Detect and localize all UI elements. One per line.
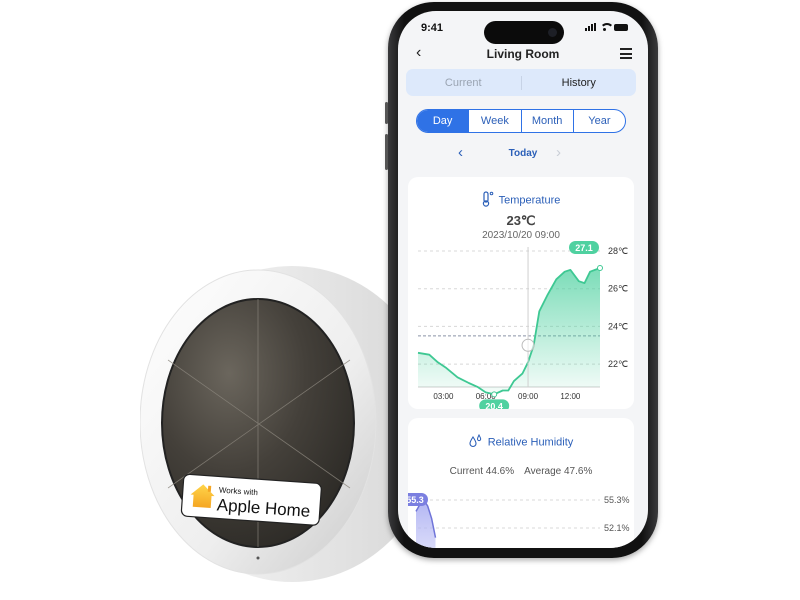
works-with-apple-home-badge: Works with Apple Home (180, 473, 322, 526)
y-tick-label: 26℃ (608, 284, 628, 294)
y-tick-label: 55.3% (604, 495, 630, 505)
date-label: Today (508, 148, 538, 159)
nav-bar: ‹ Living Room (398, 44, 648, 66)
tab-day[interactable]: Day (417, 110, 469, 132)
temperature-card: Temperature 23℃ 2023/10/20 09:00 22℃ 24℃ 2… (408, 177, 634, 409)
x-tick-label: 09:00 (518, 392, 539, 401)
x-tick-label: 12:00 (560, 392, 581, 401)
page-title: Living Room (486, 47, 560, 61)
tab-current[interactable]: Current (406, 77, 521, 89)
y-tick-label: 52.1% (604, 523, 630, 533)
phone-screen: 9:41 ‹ Living Room Current History Day W… (398, 11, 648, 548)
temperature-area (418, 268, 600, 395)
next-day-button[interactable]: › (556, 144, 561, 161)
max-point (597, 264, 603, 271)
phone-volume-button (385, 134, 388, 170)
camera-icon (548, 28, 557, 37)
min-point (491, 391, 498, 398)
tab-year[interactable]: Year (572, 110, 625, 132)
y-tick-label: 22℃ (608, 359, 628, 369)
smartphone: 9:41 ‹ Living Room Current History Day W… (385, 2, 658, 558)
min-label: 20.4 (485, 401, 503, 409)
battery-icon (614, 24, 628, 31)
tab-history[interactable]: History (522, 77, 637, 89)
max-label: 55.3 (408, 495, 424, 505)
tab-week[interactable]: Week (468, 110, 520, 132)
chevron-right-icon: › (556, 144, 561, 161)
tab-month[interactable]: Month (520, 110, 573, 132)
wifi-icon (600, 23, 614, 31)
y-tick-label: 24℃ (608, 321, 628, 331)
view-tabs: Current History (406, 69, 636, 96)
status-icons (585, 23, 628, 31)
sensor-indicator-hole (256, 556, 260, 560)
dynamic-island (484, 21, 564, 44)
hamburger-menu-icon[interactable] (620, 48, 632, 59)
max-label: 27.1 (575, 243, 593, 253)
cursor-point (521, 338, 535, 352)
range-tabs: Day Week Month Year (416, 109, 626, 133)
humidity-card: Relative Humidity Current 44.6% Average 4… (408, 418, 634, 548)
signal-icon (585, 23, 596, 31)
y-tick-label: 28℃ (608, 246, 628, 256)
status-time: 9:41 (421, 22, 444, 34)
humidity-chart: 55.3% 52.1% 55.3 (408, 493, 630, 548)
date-navigator: ‹ Today › (398, 144, 648, 162)
phone-volume-button (385, 102, 388, 124)
x-tick-label: 03:00 (433, 392, 454, 401)
temperature-chart: 22℃24℃26℃28℃03:00 06:00 09:00 12:0027.120.4 (417, 241, 628, 409)
